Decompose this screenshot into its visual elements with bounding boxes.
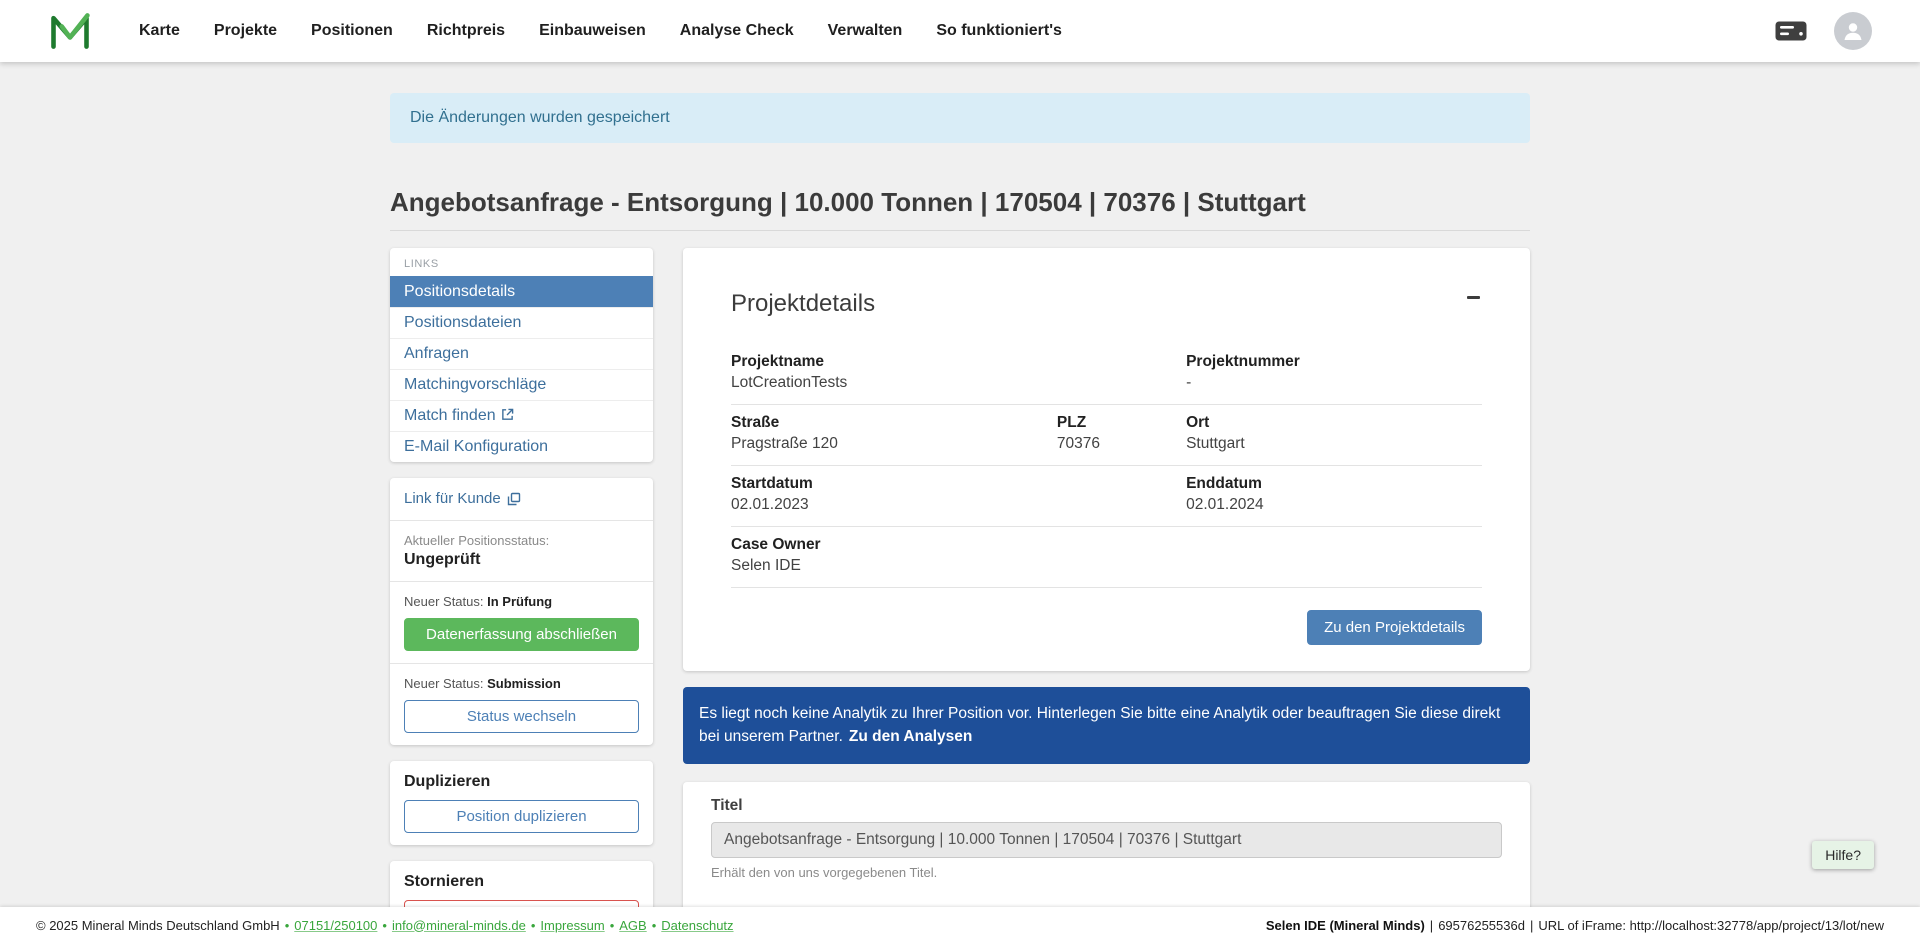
- main-column: Projektdetails Projektname LotCreationTe…: [683, 248, 1530, 907]
- switch-status-button[interactable]: Status wechseln: [404, 700, 639, 733]
- nav-item-analyse-check[interactable]: Analyse Check: [663, 0, 811, 62]
- links-card-header: LINKS: [390, 248, 653, 276]
- projektnummer-value: -: [1186, 374, 1482, 392]
- brand-logo[interactable]: [48, 9, 92, 53]
- top-nav: Karte Projekte Positionen Richtpreis Ein…: [0, 0, 1920, 62]
- footer-iframe-url: URL of iFrame: http://localhost:32778/ap…: [1538, 918, 1884, 933]
- separator-dot: •: [652, 918, 657, 933]
- copy-icon: [507, 492, 521, 506]
- startdatum-label: Startdatum: [731, 475, 1186, 493]
- footer-copyright: © 2025 Mineral Minds Deutschland GmbH: [36, 918, 280, 933]
- sidebar: LINKS Positionsdetails Positionsdateien …: [390, 248, 653, 907]
- nav-item-positionen[interactable]: Positionen: [294, 0, 410, 62]
- sidebar-item-positionsdateien[interactable]: Positionsdateien: [390, 307, 653, 338]
- cancel-title: Stornieren: [404, 873, 639, 891]
- page-content: Die Änderungen wurden gespeichert Angebo…: [0, 62, 1920, 907]
- footer-email-link[interactable]: info@mineral-minds.de: [392, 918, 526, 933]
- projektname-label: Projektname: [731, 353, 1186, 371]
- strasse-label: Straße: [731, 414, 1057, 432]
- complete-data-entry-button[interactable]: Datenerfassung abschließen: [404, 618, 639, 651]
- alert-message: Die Änderungen wurden gespeichert: [410, 109, 670, 126]
- titel-label: Titel: [711, 797, 1502, 815]
- current-status-value: Ungeprüft: [404, 551, 639, 569]
- enddatum-value: 02.01.2024: [1186, 496, 1482, 514]
- duplicate-position-button[interactable]: Position duplizieren: [404, 800, 639, 833]
- nav-right: [1774, 12, 1872, 50]
- collapse-button[interactable]: [1465, 290, 1482, 305]
- case-owner-label: Case Owner: [731, 536, 1482, 554]
- ort-label: Ort: [1186, 414, 1482, 432]
- app-window: Karte Projekte Positionen Richtpreis Ein…: [0, 0, 1920, 943]
- nav-item-so-funktionierts[interactable]: So funktioniert's: [919, 0, 1079, 62]
- nav-item-verwalten[interactable]: Verwalten: [811, 0, 920, 62]
- main-nav: Karte Projekte Positionen Richtpreis Ein…: [122, 0, 1079, 62]
- user-avatar[interactable]: [1834, 12, 1872, 50]
- customer-link[interactable]: Link für Kunde: [404, 490, 521, 507]
- user-icon: [1841, 19, 1865, 43]
- next-status-line-1: Neuer Status: In Prüfung: [404, 594, 639, 609]
- current-status-label: Aktueller Positionsstatus:: [404, 533, 639, 548]
- page-title: Angebotsanfrage - Entsorgung | 10.000 To…: [390, 187, 1530, 218]
- project-row-4: Case Owner Selen IDE: [731, 527, 1482, 588]
- cancel-card: Stornieren Stornieren: [390, 861, 653, 907]
- external-link-icon: [501, 407, 514, 424]
- titel-input: [711, 822, 1502, 858]
- sidebar-item-match-finden[interactable]: Match finden: [390, 400, 653, 431]
- strasse-value: Pragstraße 120: [731, 435, 1057, 453]
- footer-phone-link[interactable]: 07151/250100: [294, 918, 377, 933]
- help-button[interactable]: Hilfe?: [1812, 841, 1874, 869]
- success-alert: Die Änderungen wurden gespeichert: [390, 93, 1530, 143]
- next-status-line-2: Neuer Status: Submission: [404, 676, 639, 691]
- footer-impressum-link[interactable]: Impressum: [540, 918, 604, 933]
- project-details-card: Projektdetails Projektname LotCreationTe…: [683, 248, 1530, 671]
- project-row-1: Projektname LotCreationTests Projektnumm…: [731, 344, 1482, 405]
- position-form-card: Titel Erhält den von uns vorgegebenen Ti…: [683, 782, 1530, 908]
- project-details-button[interactable]: Zu den Projektdetails: [1307, 610, 1482, 645]
- separator-pipe: |: [1530, 918, 1533, 933]
- project-details-title: Projektdetails: [731, 290, 875, 318]
- project-row-3: Startdatum 02.01.2023 Enddatum 02.01.202…: [731, 466, 1482, 527]
- status-card: Link für Kunde Aktueller Positionsstatus…: [390, 478, 653, 745]
- server-icon[interactable]: [1774, 20, 1808, 42]
- nav-item-richtpreis[interactable]: Richtpreis: [410, 0, 522, 62]
- nav-item-einbauweisen[interactable]: Einbauweisen: [522, 0, 663, 62]
- footer-session-id: 69576255536d: [1438, 918, 1525, 933]
- footer-agb-link[interactable]: AGB: [619, 918, 646, 933]
- nav-item-karte[interactable]: Karte: [122, 0, 197, 62]
- footer-datenschutz-link[interactable]: Datenschutz: [661, 918, 733, 933]
- separator-pipe: |: [1430, 918, 1433, 933]
- startdatum-value: 02.01.2023: [731, 496, 1186, 514]
- analytics-banner-text: Es liegt noch keine Analytik zu Ihrer Po…: [699, 705, 1500, 745]
- collapse-minus-icon: [1467, 296, 1480, 299]
- separator-dot: •: [610, 918, 615, 933]
- footer-user-info: Selen IDE (Mineral Minds): [1266, 918, 1425, 933]
- analytics-banner-link[interactable]: Zu den Analysen: [849, 728, 972, 745]
- titel-help: Erhält den von uns vorgegebenen Titel.: [711, 865, 1502, 880]
- projektname-value: LotCreationTests: [731, 374, 1186, 392]
- plz-label: PLZ: [1057, 414, 1186, 432]
- sidebar-item-anfragen[interactable]: Anfragen: [390, 338, 653, 369]
- projektnummer-label: Projektnummer: [1186, 353, 1482, 371]
- sidebar-item-positionsdetails[interactable]: Positionsdetails: [390, 276, 653, 307]
- case-owner-value: Selen IDE: [731, 557, 1482, 575]
- page-header: Angebotsanfrage - Entsorgung | 10.000 To…: [390, 187, 1530, 231]
- project-row-2: Straße Pragstraße 120 PLZ 70376 Ort Stut…: [731, 405, 1482, 466]
- duplicate-card: Duplizieren Position duplizieren: [390, 761, 653, 845]
- cancel-dropdown-button[interactable]: Stornieren: [404, 900, 639, 907]
- separator-dot: •: [531, 918, 536, 933]
- nav-item-projekte[interactable]: Projekte: [197, 0, 294, 62]
- enddatum-label: Enddatum: [1186, 475, 1482, 493]
- plz-value: 70376: [1057, 435, 1186, 453]
- separator-dot: •: [382, 918, 387, 933]
- duplicate-title: Duplizieren: [404, 773, 639, 791]
- sidebar-item-matchingvorschlaege[interactable]: Matchingvorschläge: [390, 369, 653, 400]
- links-card: LINKS Positionsdetails Positionsdateien …: [390, 248, 653, 462]
- sidebar-item-email-konfiguration[interactable]: E-Mail Konfiguration: [390, 431, 653, 462]
- mineral-minds-logo-icon: [48, 9, 92, 53]
- separator-dot: •: [285, 918, 290, 933]
- ort-value: Stuttgart: [1186, 435, 1482, 453]
- footer: © 2025 Mineral Minds Deutschland GmbH • …: [0, 907, 1920, 943]
- analytics-banner: Es liegt noch keine Analytik zu Ihrer Po…: [683, 687, 1530, 764]
